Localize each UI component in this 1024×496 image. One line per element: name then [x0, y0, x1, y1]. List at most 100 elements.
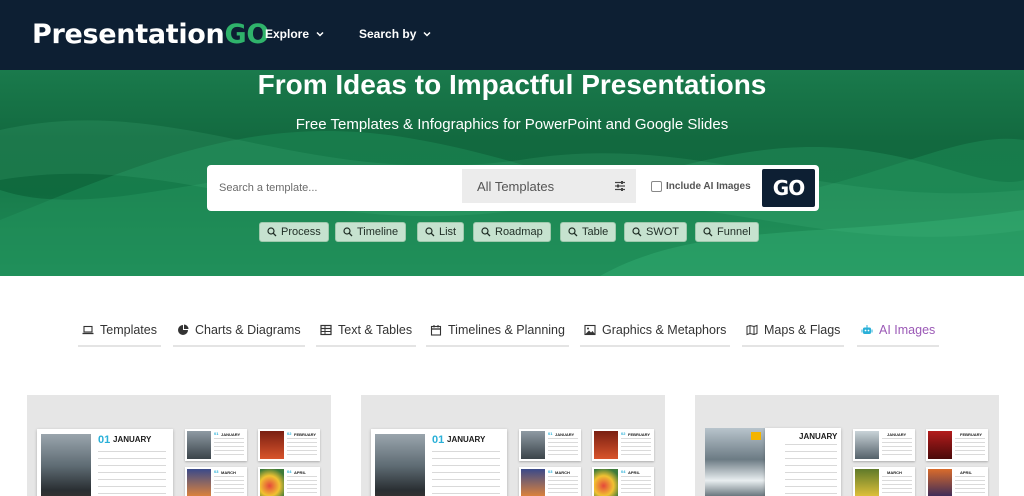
calendar-thumbnail: 03 MARCH [519, 467, 581, 496]
pie-chart-icon [178, 324, 189, 335]
thumbnail-month: JANUARY [887, 432, 907, 437]
chip-funnel[interactable]: Funnel [695, 222, 759, 242]
search-icon [703, 227, 713, 237]
thumbnail-grid [287, 476, 317, 496]
nav-explore-label: Explore [265, 27, 310, 41]
chip-roadmap[interactable]: Roadmap [473, 222, 551, 242]
thumbnail-grid [621, 476, 651, 496]
calendar-thumbnail: 03 MARCH [185, 467, 247, 496]
thumbnail-photo [928, 431, 952, 459]
tab-text-tables[interactable]: Text & Tables [316, 317, 417, 347]
table-icon [320, 324, 332, 336]
chip-label: Process [281, 226, 321, 238]
top-navigation-bar: PresentationGO Explore Search by [0, 0, 1024, 70]
laptop-icon [82, 325, 94, 335]
thumbnail-photo [855, 469, 879, 496]
winter-cabin-photo [41, 434, 91, 496]
thumbnail-grid [882, 438, 912, 458]
calendar-grid [98, 451, 166, 496]
thumbnail-photo [521, 469, 545, 496]
calendar-thumbnail: MARCH [853, 467, 915, 496]
calendar-month-name: JANUARY [799, 432, 838, 441]
chevron-down-icon [316, 31, 324, 37]
template-card[interactable]: 01 JANUARY 01 JANUARY 02 FEBRUARY 03 MAR… [361, 395, 665, 496]
robot-icon [861, 325, 873, 334]
tab-maps-flags[interactable]: Maps & Flags [742, 317, 845, 347]
presentationgo-logo[interactable]: PresentationGO [32, 19, 269, 50]
tab-templates[interactable]: Templates [78, 317, 161, 347]
template-card[interactable]: JANUARY JANUARY FEBRUARY MARCH APRIL [695, 395, 999, 496]
image-icon [584, 324, 596, 336]
calendar-thumbnail: 04 APRIL [258, 467, 320, 496]
thumbnail-month: JANUARY [221, 432, 241, 437]
chip-list[interactable]: List [417, 222, 465, 242]
chip-swot[interactable]: SWOT [624, 222, 687, 242]
thumbnail-grid [955, 438, 985, 458]
search-icon [568, 227, 578, 237]
chip-label: SWOT [646, 226, 679, 238]
thumbnail-number: 02 [287, 431, 292, 436]
go-search-button[interactable]: GO [762, 169, 815, 207]
thumbnail-photo [260, 431, 284, 459]
thumbnail-month: JANUARY [555, 432, 575, 437]
search-icon [425, 227, 435, 237]
thumbnail-grid [548, 438, 578, 458]
calendar-thumbnail: APRIL [926, 467, 988, 496]
search-icon [632, 227, 642, 237]
thumbnail-number: 01 [214, 431, 219, 436]
chip-timeline[interactable]: Timeline [335, 222, 407, 242]
template-category-value: All Templates [477, 178, 555, 194]
thumbnail-number: 04 [287, 469, 292, 474]
thumbnail-photo [187, 469, 211, 496]
tab-label: Text & Tables [338, 323, 413, 337]
calendar-thumbnail: 04 APRIL [592, 467, 654, 496]
calendar-grid [785, 444, 837, 494]
search-icon [481, 227, 491, 237]
thumbnail-number: 01 [548, 431, 553, 436]
template-card[interactable]: 01 JANUARY 01 JANUARY 02 FEBRUARY 03 MAR… [27, 395, 331, 496]
logo-text: Presentation [32, 19, 225, 50]
thumbnail-grid [548, 476, 578, 496]
chip-label: Funnel [717, 226, 751, 238]
tab-charts-diagrams[interactable]: Charts & Diagrams [173, 317, 305, 347]
thumbnail-number: 03 [548, 469, 553, 474]
thumbnail-grid [214, 438, 244, 458]
calendar-month-number: 01 [98, 434, 111, 446]
nav-search-by[interactable]: Search by [359, 27, 432, 41]
template-category-select[interactable]: All Templates [462, 169, 636, 203]
tab-label: AI Images [879, 323, 936, 337]
search-icon [343, 227, 353, 237]
calendar-icon [430, 325, 442, 336]
tab-timelines-planning[interactable]: Timelines & Planning [426, 317, 569, 347]
calendar-thumbnail: 02 FEBRUARY [592, 429, 654, 461]
include-ai-checkbox[interactable] [651, 181, 662, 192]
winter-cabin-photo [375, 434, 425, 496]
thumbnail-number: 04 [621, 469, 626, 474]
thumbnail-month: FEBRUARY [628, 432, 651, 437]
calendar-thumbnail: JANUARY [853, 429, 915, 461]
thumbnail-photo [855, 431, 879, 459]
chip-process[interactable]: Process [259, 222, 329, 242]
quick-search-chips: Process Timeline List Roadmap Table SWOT… [0, 222, 1024, 242]
search-input[interactable] [209, 167, 461, 209]
tab-ai-images[interactable]: AI Images [857, 317, 940, 347]
calendar-grid [432, 451, 500, 496]
chip-label: Table [582, 226, 609, 238]
include-ai-images-toggle[interactable]: Include AI Images [651, 181, 751, 192]
chevron-down-icon [423, 31, 431, 37]
nav-search-by-label: Search by [359, 27, 417, 41]
tab-graphics-metaphors[interactable]: Graphics & Metaphors [580, 317, 731, 347]
search-bar: All Templates Include AI Images GO [207, 165, 819, 211]
thumbnail-photo [594, 469, 618, 496]
thumbnail-grid [214, 476, 244, 496]
nav-explore[interactable]: Explore [265, 27, 325, 41]
chip-table[interactable]: Table [560, 222, 617, 242]
thumbnail-grid [621, 438, 651, 458]
calendar-month-number: 01 [432, 434, 445, 446]
calendar-thumbnail: 01 JANUARY [185, 429, 247, 461]
thumbnail-month: MARCH [887, 470, 902, 475]
tab-label: Timelines & Planning [448, 323, 565, 337]
calendar-thumbnail: FEBRUARY [926, 429, 988, 461]
thumbnail-number: 03 [214, 469, 219, 474]
calendar-month-name: JANUARY [447, 435, 486, 444]
